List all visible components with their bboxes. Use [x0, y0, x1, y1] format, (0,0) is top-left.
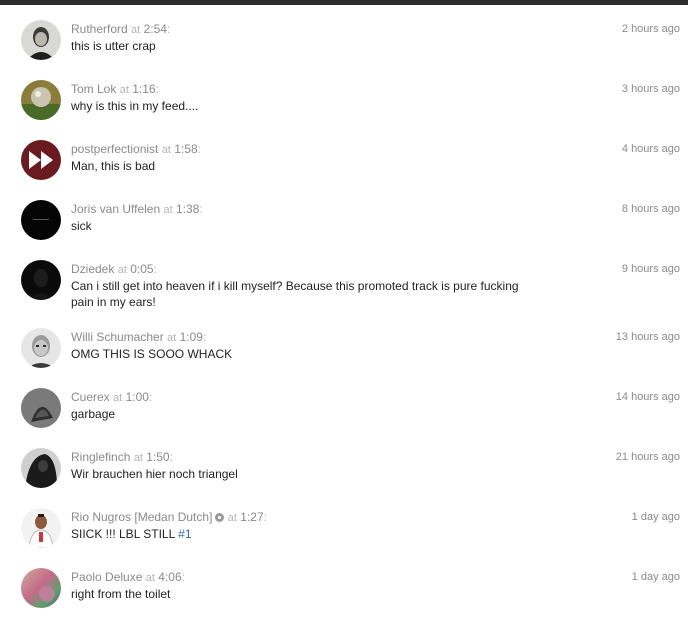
comment-list: Rutherford at 2:54: this is utter crap 2…	[0, 5, 688, 613]
username-link[interactable]: Paolo Deluxe	[71, 570, 142, 584]
avatar[interactable]	[21, 568, 61, 608]
comment-item: Rutherford at 2:54: this is utter crap 2…	[0, 5, 688, 65]
avatar[interactable]	[21, 508, 61, 548]
colon: :	[202, 330, 207, 344]
comment-item: Tom Lok at 1:16: why is this in my feed.…	[0, 65, 688, 125]
username-link[interactable]: Rutherford	[71, 22, 128, 36]
username-link[interactable]: Cuerex	[71, 390, 110, 404]
comment-item: postperfectionist at 1:58: Man, this is …	[0, 125, 688, 185]
posted-time: 14 hours ago	[615, 391, 680, 403]
posted-time: 9 hours ago	[621, 263, 680, 275]
comment-text: this is utter crap	[71, 39, 156, 53]
comment-text: right from the toilet	[71, 587, 171, 601]
comment-text: why is this in my feed....	[71, 99, 199, 113]
comment-text: Can i still get into heaven if i kill my…	[71, 278, 591, 310]
username-link[interactable]: Dziedek	[71, 262, 114, 276]
avatar[interactable]	[21, 328, 61, 368]
at-label: at	[133, 452, 143, 464]
posted-time: 1 day ago	[631, 571, 680, 583]
at-label: at	[113, 392, 123, 404]
track-timestamp-link[interactable]: 4:06	[158, 570, 181, 584]
at-label: at	[145, 572, 155, 584]
track-timestamp-link[interactable]: 1:09	[180, 330, 203, 344]
track-timestamp-link[interactable]: 1:58	[174, 142, 197, 156]
track-timestamp-link[interactable]: 2:54	[144, 22, 167, 36]
comment-text: garbage	[71, 407, 116, 421]
comment-text: Wir brauchen hier noch triangel	[71, 467, 238, 481]
username-link[interactable]: Willi Schumacher	[71, 330, 164, 344]
at-label: at	[131, 24, 141, 36]
colon: :	[169, 450, 173, 464]
colon: :	[197, 142, 201, 156]
comment-item: Cuerex at 1:00: garbage 14 hours ago	[0, 373, 688, 433]
username-link[interactable]: Tom Lok	[71, 82, 116, 96]
colon: :	[148, 390, 153, 404]
comment-text: sick	[71, 219, 92, 233]
at-label: at	[119, 84, 129, 96]
pro-badge-icon[interactable]	[215, 513, 225, 522]
username-link[interactable]: Joris van Uffelen	[71, 202, 160, 216]
comment-item: Rio Nugros [Medan Dutch] at 1:27: SIICK …	[0, 493, 688, 553]
at-label: at	[163, 204, 173, 216]
comment-text-line: pain in my ears!	[71, 295, 156, 309]
posted-time: 8 hours ago	[621, 203, 680, 215]
avatar[interactable]	[21, 80, 61, 120]
comment-text: Man, this is bad	[71, 159, 156, 173]
at-label: at	[161, 144, 171, 156]
colon: :	[181, 570, 185, 584]
posted-time: 1 day ago	[631, 511, 680, 523]
posted-time: 21 hours ago	[615, 451, 680, 463]
avatar[interactable]	[21, 388, 61, 428]
track-timestamp-link[interactable]: 1:50	[146, 450, 169, 464]
track-timestamp-link[interactable]: 1:38	[176, 202, 199, 216]
avatar[interactable]	[21, 200, 61, 240]
comment-text-line: Can i still get into heaven if i kill my…	[71, 279, 519, 293]
colon: :	[166, 22, 171, 36]
colon: :	[155, 82, 159, 96]
at-label: at	[167, 332, 177, 344]
track-timestamp-link[interactable]: 1:27	[240, 510, 263, 524]
colon: :	[199, 202, 203, 216]
username-link[interactable]: postperfectionist	[71, 142, 158, 156]
comment-text-content: SIICK !!! LBL STILL	[71, 527, 179, 541]
comment-text: SIICK !!! LBL STILL #1	[71, 526, 591, 542]
avatar[interactable]	[21, 20, 61, 60]
track-timestamp-link[interactable]: 1:16	[132, 82, 155, 96]
colon: :	[153, 262, 157, 276]
posted-time: 4 hours ago	[621, 143, 680, 155]
comment-text: OMG THIS IS SOOO WHACK	[71, 347, 233, 361]
avatar[interactable]	[21, 140, 61, 180]
username-link[interactable]: Rio Nugros [Medan Dutch]	[71, 510, 212, 524]
track-timestamp-link[interactable]: 0:05	[130, 262, 153, 276]
track-timestamp-link[interactable]: 1:00	[126, 390, 149, 404]
comment-item: Paolo Deluxe at 4:06: right from the toi…	[0, 553, 688, 613]
posted-time: 13 hours ago	[615, 331, 680, 343]
avatar[interactable]	[21, 260, 61, 300]
comment-item: Willi Schumacher at 1:09: OMG THIS IS SO…	[0, 313, 688, 373]
comment-item: Dziedek at 0:05: Can i still get into he…	[0, 245, 688, 313]
comment-item: Ringlefinch at 1:50: Wir brauchen hier n…	[0, 433, 688, 493]
avatar[interactable]	[21, 448, 61, 488]
at-label: at	[117, 264, 127, 276]
colon: :	[263, 510, 267, 524]
comment-item: Joris van Uffelen at 1:38: sick 8 hours …	[0, 185, 688, 245]
posted-time: 2 hours ago	[621, 23, 680, 35]
at-label: at	[227, 512, 237, 524]
hashtag-link[interactable]: #1	[178, 527, 191, 541]
posted-time: 3 hours ago	[621, 83, 680, 95]
username-link[interactable]: Ringlefinch	[71, 450, 130, 464]
